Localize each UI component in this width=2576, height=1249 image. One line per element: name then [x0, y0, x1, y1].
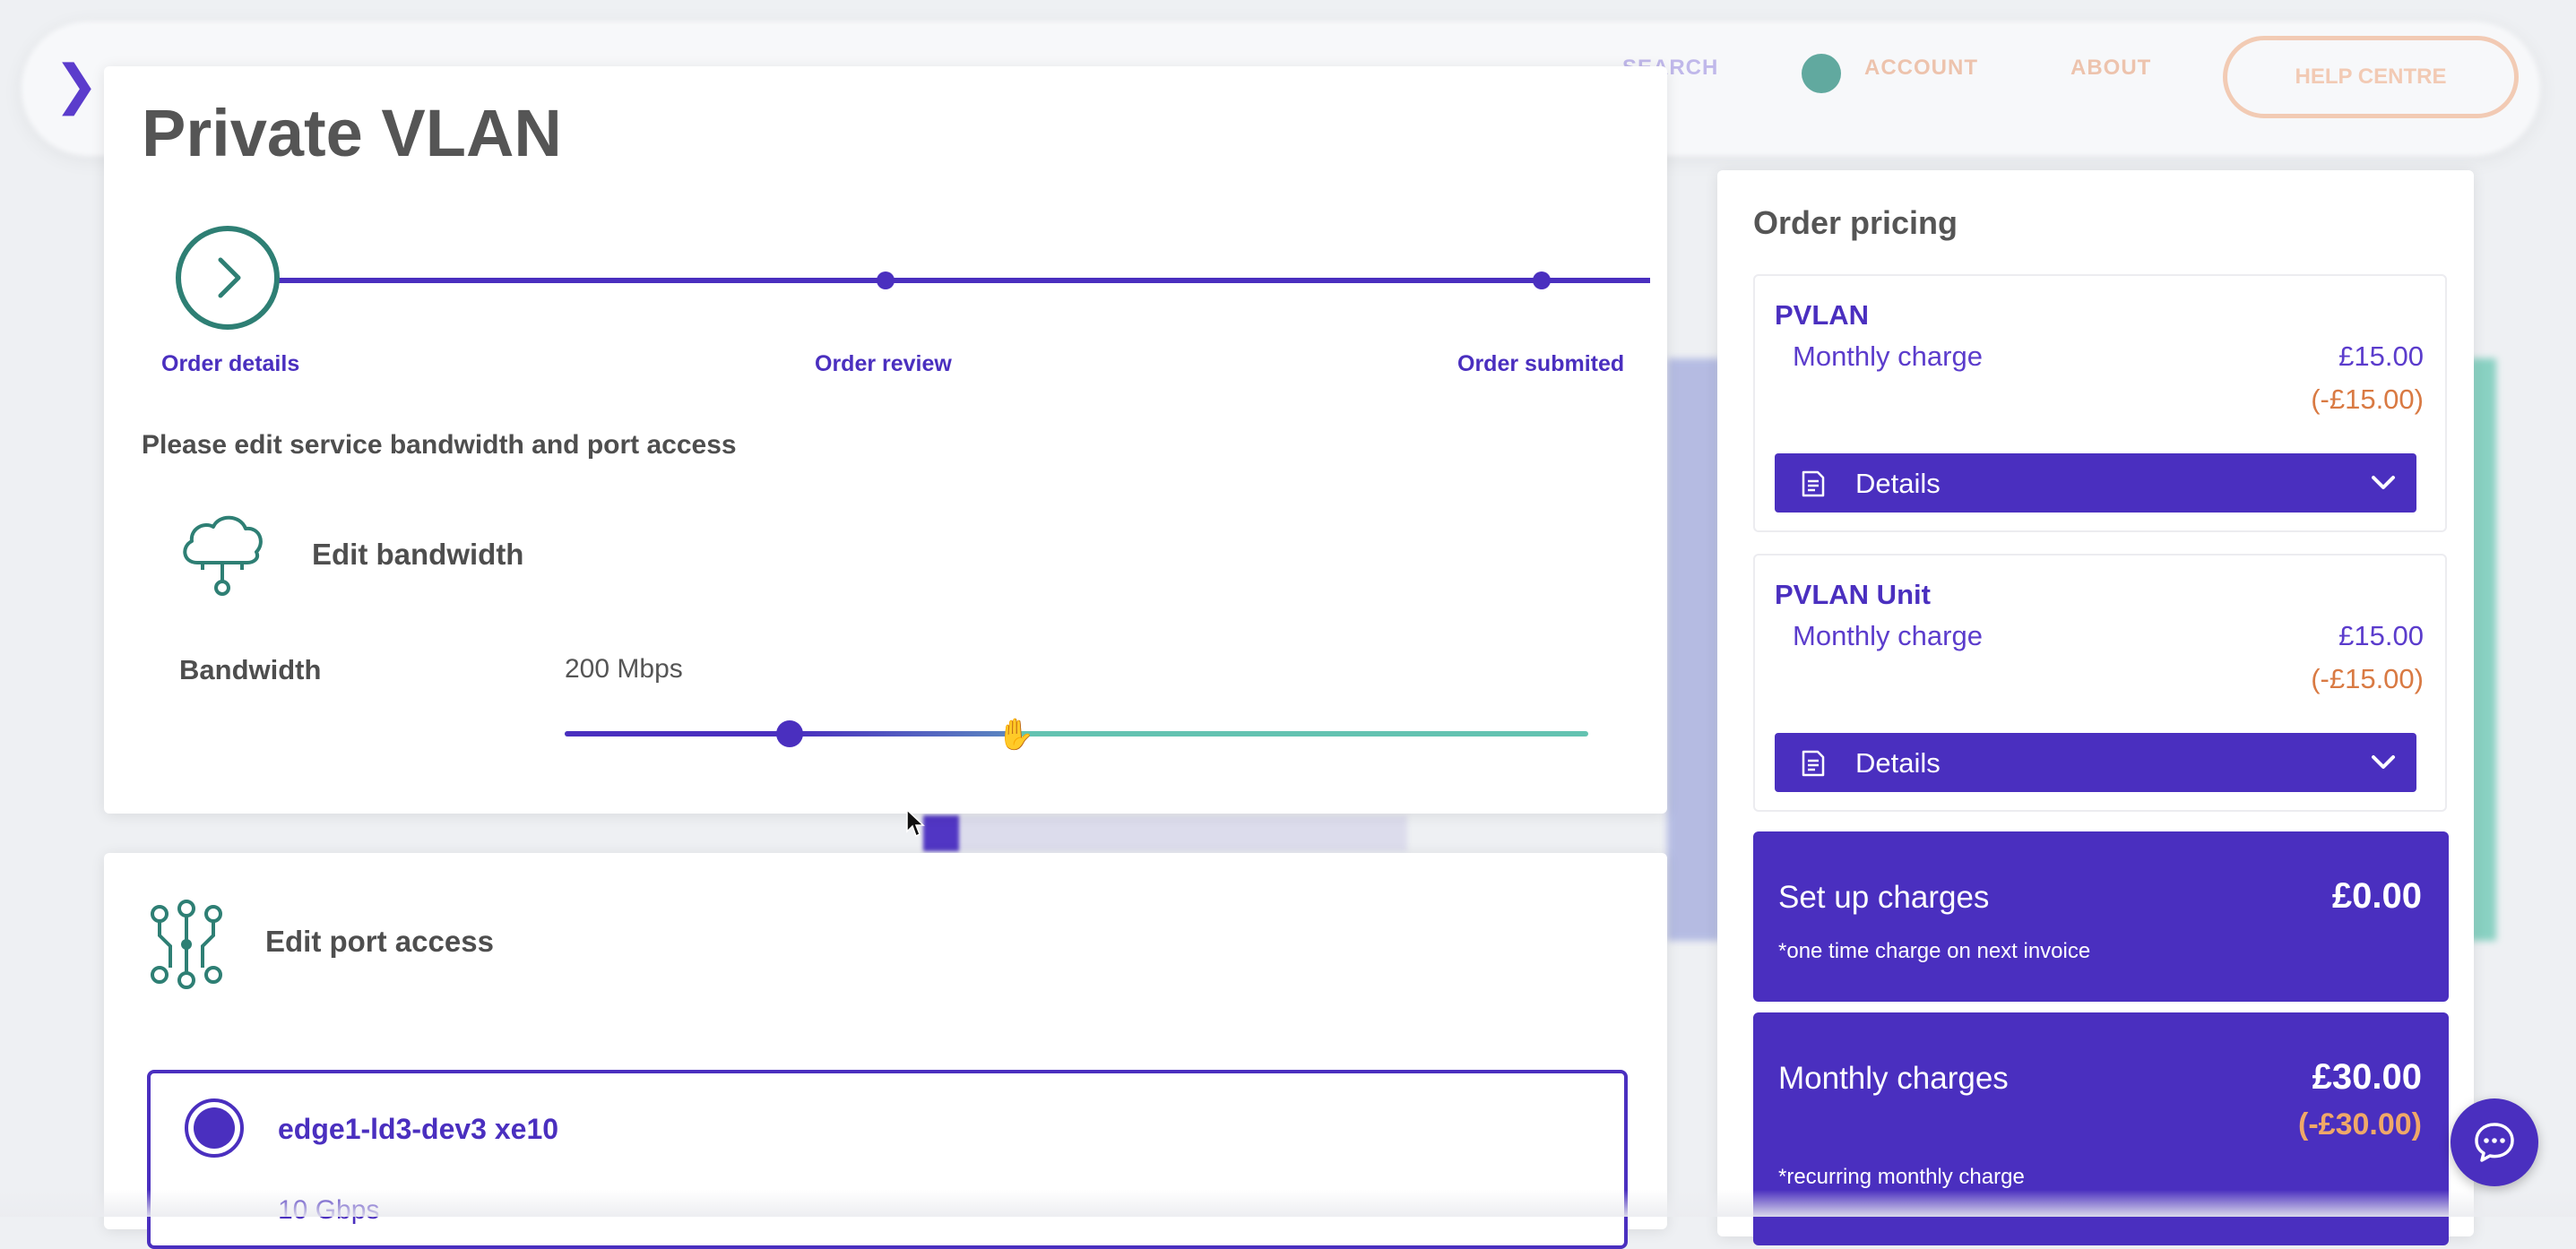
monthly-charges-note: *recurring monthly charge [1778, 1165, 2025, 1189]
step-order-details[interactable] [176, 226, 280, 330]
setup-charges-label: Set up charges [1778, 880, 1990, 915]
pricing-item-discount: (-£15.00) [2311, 383, 2424, 415]
background-decoration [923, 815, 959, 851]
bandwidth-value: 200 Mbps [565, 654, 683, 684]
port-radio-selected[interactable] [185, 1098, 244, 1158]
pricing-item-discount: (-£15.00) [2311, 663, 2424, 694]
step-order-submitted [1533, 271, 1551, 289]
viewport-fade [0, 1190, 2576, 1217]
pricing-item-name: PVLAN Unit [1775, 579, 1931, 610]
port-option-selected[interactable]: edge1-ld3-dev3 xe10 10 Gbps [147, 1070, 1628, 1249]
chevron-right-icon [218, 257, 241, 298]
slider-thumb[interactable] [776, 720, 803, 747]
edit-bandwidth-heading: Edit bandwidth [312, 538, 524, 571]
instruction-text: Please edit service bandwidth and port a… [142, 430, 737, 460]
background-help-centre-button: HELP CENTRE [2223, 36, 2519, 118]
order-details-card: Private VLAN Order details Order review … [104, 66, 1667, 838]
document-icon [1802, 750, 1825, 777]
setup-charges-summary: Set up charges £0.00 *one time charge on… [1753, 831, 2449, 1002]
pricing-item-price: £15.00 [2338, 340, 2424, 372]
chevron-down-icon [2372, 476, 2395, 489]
details-label: Details [1855, 468, 1941, 499]
pricing-item-name: PVLAN [1775, 299, 1870, 331]
network-nodes-icon [143, 900, 229, 994]
details-label: Details [1855, 747, 1941, 779]
background-decoration [1667, 358, 1721, 941]
step-label-order-details: Order details [161, 351, 300, 376]
step-label-order-review: Order review [815, 351, 952, 376]
stepper-line [279, 278, 1650, 283]
order-pricing-title: Order pricing [1753, 204, 1958, 241]
order-pricing-panel: Order pricing PVLAN Monthly charge £15.0… [1717, 170, 2474, 1245]
background-logo: ❯ [54, 55, 99, 115]
chevron-down-icon [2372, 755, 2395, 769]
port-name: edge1-ld3-dev3 xe10 [278, 1113, 559, 1145]
globe-icon [1802, 54, 1841, 93]
bandwidth-slider[interactable]: ✋ [565, 717, 1588, 753]
pricing-item-pvlan-unit: PVLAN Unit Monthly charge £15.00 (-£15.0… [1753, 554, 2447, 812]
background-decoration [923, 815, 1407, 851]
monthly-charges-label: Monthly charges [1778, 1061, 2009, 1096]
chat-bubble-icon [2475, 1123, 2514, 1162]
bandwidth-label: Bandwidth [179, 654, 322, 685]
edit-port-access-heading: Edit port access [265, 925, 494, 958]
pricing-item-charge-label: Monthly charge [1793, 340, 1983, 372]
details-toggle-button[interactable]: Details [1775, 733, 2416, 792]
step-order-review [877, 271, 895, 289]
details-toggle-button[interactable]: Details [1775, 453, 2416, 513]
chat-button[interactable] [2451, 1098, 2538, 1186]
monthly-charges-value: £30.00 [2312, 1057, 2422, 1097]
mouse-cursor-icon [905, 808, 925, 843]
grab-hand-icon: ✋ [997, 718, 1035, 752]
background-nav-account: ACCOUNT [1864, 56, 1978, 80]
pricing-item-price: £15.00 [2338, 620, 2424, 651]
port-access-card: Edit port access edge1-ld3-dev3 xe10 10 … [104, 853, 1667, 1249]
order-progress-stepper: Order details Order review Order submite… [104, 66, 1667, 389]
setup-charges-value: £0.00 [2331, 876, 2422, 916]
monthly-charges-discount: (-£30.00) [2298, 1107, 2422, 1141]
document-icon [1802, 470, 1825, 497]
setup-charges-note: *one time charge on next invoice [1778, 939, 2091, 963]
pricing-item-charge-label: Monthly charge [1793, 620, 1983, 651]
cloud-network-icon [176, 511, 269, 601]
background-nav-about: ABOUT [2070, 56, 2152, 80]
step-label-order-submitted: Order submited [1457, 351, 1625, 376]
pricing-item-pvlan: PVLAN Monthly charge £15.00 (-£15.00) De… [1753, 274, 2447, 532]
